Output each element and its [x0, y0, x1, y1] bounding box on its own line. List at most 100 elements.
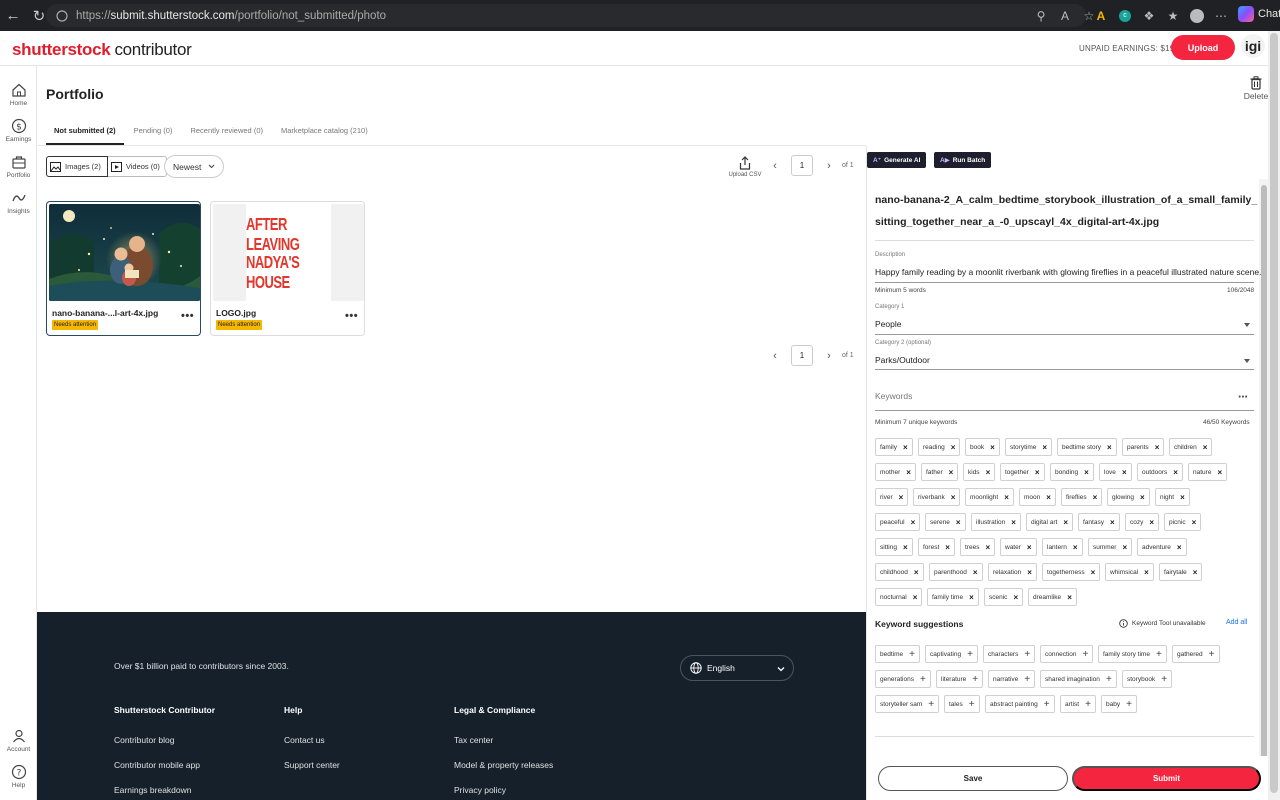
tab-marketplace-catalog[interactable]: Marketplace catalog (210)	[273, 117, 376, 145]
more-options-icon[interactable]: •••	[345, 310, 358, 322]
generate-ai-button[interactable]: A⁺ Generate AI	[867, 152, 927, 168]
remove-keyword-icon[interactable]: ×	[1004, 493, 1009, 502]
images-filter-button[interactable]: Images (2)	[46, 156, 108, 177]
remove-keyword-icon[interactable]: ×	[1011, 518, 1016, 527]
keyword-chip[interactable]: forest ×	[918, 538, 955, 556]
page-scrollbar-thumb[interactable]	[1270, 33, 1278, 793]
remove-keyword-icon[interactable]: ×	[945, 543, 950, 552]
suggestion-chip[interactable]: captivating +	[925, 645, 978, 663]
keyword-chip[interactable]: illustration ×	[971, 513, 1021, 531]
panel-scrollbar-thumb[interactable]	[1261, 185, 1267, 785]
remove-keyword-icon[interactable]: ×	[906, 468, 911, 477]
keyword-chip[interactable]: outdoors ×	[1137, 463, 1183, 481]
keyword-chip[interactable]: bedtime story ×	[1057, 438, 1117, 456]
language-select[interactable]: English	[680, 655, 794, 681]
suggestion-chip[interactable]: connection +	[1040, 645, 1094, 663]
keyword-chip[interactable]: glowing ×	[1107, 488, 1150, 506]
suggestion-chip[interactable]: family story time +	[1098, 645, 1167, 663]
remove-keyword-icon[interactable]: ×	[1173, 468, 1178, 477]
keyword-chip[interactable]: adventure ×	[1137, 538, 1187, 556]
keyword-chip[interactable]: water ×	[1000, 538, 1037, 556]
run-batch-button[interactable]: A▶ Run Batch	[934, 152, 992, 168]
add-keyword-icon[interactable]: +	[1044, 699, 1050, 710]
suggestion-chip[interactable]: gathered +	[1172, 645, 1220, 663]
suggestion-chip[interactable]: generations +	[875, 670, 931, 688]
remove-keyword-icon[interactable]: ×	[951, 493, 956, 502]
remove-keyword-icon[interactable]: ×	[1091, 568, 1096, 577]
description-field[interactable]: Happy family reading by a moonlit riverb…	[875, 267, 1261, 277]
add-keyword-icon[interactable]: +	[972, 674, 978, 685]
more-menu-icon[interactable]: ⋯	[1212, 7, 1230, 25]
add-all-link[interactable]: Add all	[1226, 619, 1247, 626]
keyword-chip[interactable]: parenthood ×	[929, 563, 983, 581]
add-keyword-icon[interactable]: +	[1024, 674, 1030, 685]
address-bar[interactable]: https://submit.shutterstock.com/portfoli…	[46, 4, 1086, 27]
zoom-icon[interactable]: ⚲	[1032, 7, 1050, 25]
keyword-chip[interactable]: mother ×	[875, 463, 916, 481]
remove-keyword-icon[interactable]: ×	[913, 593, 918, 602]
chevron-down-icon[interactable]	[1244, 359, 1250, 363]
page-input[interactable]: 1	[791, 345, 813, 366]
remove-keyword-icon[interactable]: ×	[1177, 543, 1182, 552]
previous-page-icon[interactable]: ‹	[768, 160, 782, 172]
copilot-chat-button[interactable]: Chat	[1238, 6, 1280, 22]
add-keyword-icon[interactable]: +	[1126, 699, 1132, 710]
remove-keyword-icon[interactable]: ×	[1013, 593, 1018, 602]
remove-keyword-icon[interactable]: ×	[1073, 543, 1078, 552]
sidebar-item-account[interactable]: Account	[0, 728, 37, 753]
remove-keyword-icon[interactable]: ×	[1155, 443, 1160, 452]
footer-link-releases[interactable]: Model & property releases	[454, 760, 553, 770]
submit-button[interactable]: Submit	[1072, 766, 1261, 791]
keyword-chip[interactable]: fantasy ×	[1078, 513, 1120, 531]
remove-keyword-icon[interactable]: ×	[985, 543, 990, 552]
shutterstock-contributor-logo[interactable]: shutterstock contributor	[12, 40, 192, 60]
asset-thumbnail-illustration[interactable]	[49, 204, 200, 301]
keyword-chip[interactable]: togetherness ×	[1042, 563, 1101, 581]
save-button[interactable]: Save	[878, 766, 1068, 791]
more-options-icon[interactable]: •••	[181, 310, 194, 322]
keyword-chip[interactable]: nature ×	[1188, 463, 1228, 481]
remove-keyword-icon[interactable]: ×	[956, 518, 961, 527]
keyword-chip[interactable]: dreamlike ×	[1028, 588, 1077, 606]
suggestion-chip[interactable]: artist +	[1060, 695, 1096, 713]
upload-csv-button[interactable]: Upload CSV	[728, 156, 762, 178]
sidebar-item-earnings[interactable]: $ Earnings	[0, 118, 37, 143]
remove-keyword-icon[interactable]: ×	[903, 543, 908, 552]
remove-keyword-icon[interactable]: ×	[1046, 493, 1051, 502]
keyword-chip[interactable]: parents ×	[1122, 438, 1165, 456]
remove-keyword-icon[interactable]: ×	[1180, 493, 1185, 502]
keyword-chip[interactable]: riverbank ×	[913, 488, 961, 506]
keyword-chip[interactable]: cozy ×	[1125, 513, 1160, 531]
keyword-chip[interactable]: book ×	[965, 438, 1000, 456]
remove-keyword-icon[interactable]: ×	[1217, 468, 1222, 477]
sidebar-item-home[interactable]: Home	[0, 82, 37, 107]
remove-keyword-icon[interactable]: ×	[1093, 493, 1098, 502]
remove-keyword-icon[interactable]: ×	[1149, 518, 1154, 527]
suggestion-chip[interactable]: narrative +	[988, 670, 1036, 688]
remove-keyword-icon[interactable]: ×	[1067, 593, 1072, 602]
keyword-chip[interactable]: together ×	[1000, 463, 1045, 481]
add-keyword-icon[interactable]: +	[1085, 699, 1091, 710]
keyword-chip[interactable]: sitting ×	[875, 538, 913, 556]
extension-c-icon[interactable]: c	[1116, 7, 1134, 25]
remove-keyword-icon[interactable]: ×	[1084, 468, 1089, 477]
remove-keyword-icon[interactable]: ×	[914, 568, 919, 577]
keyword-chip[interactable]: reading ×	[918, 438, 961, 456]
asset-card[interactable]: nano-banana-...l-art-4x.jpg Needs attent…	[46, 201, 201, 336]
tab-pending[interactable]: Pending (0)	[126, 117, 181, 145]
suggestion-chip[interactable]: tales +	[944, 695, 980, 713]
remove-keyword-icon[interactable]: ×	[1122, 543, 1127, 552]
keyword-chip[interactable]: summer ×	[1088, 538, 1133, 556]
add-keyword-icon[interactable]: +	[1209, 649, 1215, 660]
keyword-chip[interactable]: digital art ×	[1026, 513, 1074, 531]
remove-keyword-icon[interactable]: ×	[1140, 493, 1145, 502]
remove-keyword-icon[interactable]: ×	[1035, 468, 1040, 477]
suggestion-chip[interactable]: shared imagination +	[1040, 670, 1117, 688]
asset-card[interactable]: AFTER LEAVING NADYA'S HOUSE LOGO.jpg Nee…	[210, 201, 365, 336]
remove-keyword-icon[interactable]: ×	[1027, 543, 1032, 552]
keyword-chip[interactable]: river ×	[875, 488, 909, 506]
remove-keyword-icon[interactable]: ×	[969, 593, 974, 602]
page-scrollbar[interactable]	[1268, 31, 1280, 800]
tab-recently-reviewed[interactable]: Recently reviewed (0)	[182, 117, 271, 145]
keyword-chip[interactable]: relaxation ×	[988, 563, 1037, 581]
